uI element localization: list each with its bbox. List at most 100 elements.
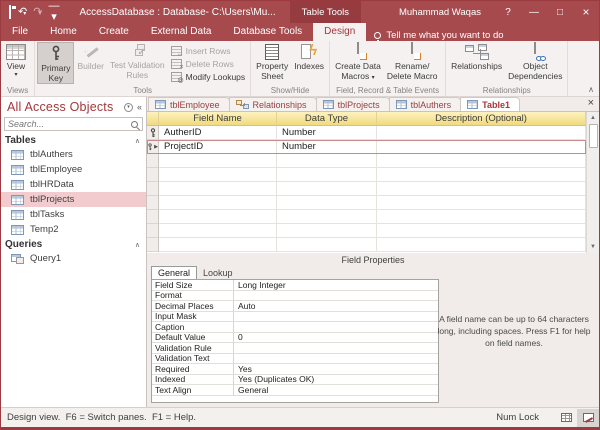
indexes-lightning-icon: ϟ <box>301 44 317 60</box>
nav-item-tblTasks[interactable]: tblTasks <box>1 207 146 222</box>
tab-design[interactable]: Design <box>313 23 366 41</box>
help-button[interactable]: ? <box>495 1 521 23</box>
doc-tab-tblEmployee[interactable]: tblEmployee <box>148 97 230 111</box>
wand-icon <box>83 44 99 60</box>
empty-grid-row[interactable] <box>147 196 586 210</box>
field-row-AutherID[interactable]: AutherID Number <box>147 126 586 140</box>
group-label-relationships: Relationships <box>448 85 565 96</box>
design-view-icon <box>583 413 594 422</box>
property-row-decimal-places[interactable]: Decimal PlacesAuto <box>152 301 438 312</box>
data-macro-icon <box>349 44 367 60</box>
field-name-cell[interactable]: ProjectID <box>159 140 277 154</box>
design-view-button[interactable] <box>577 409 599 427</box>
primary-key-row-selector[interactable] <box>147 126 159 140</box>
collapse-ribbon-icon[interactable]: ∧ <box>588 85 594 94</box>
description-cell[interactable] <box>377 126 586 140</box>
property-sheet-button[interactable]: PropertySheet <box>253 42 291 81</box>
scroll-up-icon[interactable]: ▲ <box>587 112 599 124</box>
property-row-input-mask[interactable]: Input Mask <box>152 312 438 323</box>
test-validation-rules-button[interactable]: ✓ Test ValidationRules <box>107 42 168 80</box>
empty-grid-row[interactable] <box>147 210 586 224</box>
doc-tab-table1[interactable]: Table1 <box>460 97 520 111</box>
relationships-icon <box>465 44 489 60</box>
scrollbar-thumb[interactable] <box>589 124 598 148</box>
customize-quick-access-icon[interactable]: —▾ <box>48 1 59 23</box>
nav-item-Query1[interactable]: Query1 <box>1 251 146 266</box>
relationships-button[interactable]: Relationships <box>448 42 505 72</box>
indexes-button[interactable]: ϟ Indexes <box>291 42 327 72</box>
account-name[interactable]: Muhammad Waqas <box>399 7 481 18</box>
vertical-scrollbar[interactable]: ▲ ▼ <box>586 112 599 253</box>
group-show-hide: PropertySheet ϟ Indexes Show/Hide <box>251 41 330 96</box>
datasheet-view-button[interactable] <box>555 409 577 427</box>
empty-grid-row[interactable] <box>147 154 586 168</box>
nav-item-tblProjects[interactable]: tblProjects <box>1 192 146 207</box>
object-dependencies-button[interactable]: ObjectDependencies <box>505 42 565 81</box>
key-icon <box>147 142 153 152</box>
contextual-tab-table-tools[interactable]: Table Tools <box>290 1 361 23</box>
field-name-cell[interactable]: AutherID <box>159 126 277 140</box>
builder-button[interactable]: Builder <box>74 42 106 72</box>
maximize-button[interactable]: □ <box>547 1 573 23</box>
modify-lookups-button[interactable]: ◎ Modify Lookups <box>168 70 249 83</box>
tab-file[interactable]: File <box>1 23 39 41</box>
scroll-down-icon[interactable]: ▼ <box>587 241 599 253</box>
tab-lookup[interactable]: Lookup <box>197 267 239 279</box>
shutter-bar-icon[interactable]: « <box>137 102 142 112</box>
key-icon <box>149 128 157 138</box>
property-row-validation-rule[interactable]: Validation Rule <box>152 343 438 354</box>
nav-item-Temp2[interactable]: Temp2 <box>1 222 146 237</box>
primary-key-row-selector-current[interactable]: ▶ <box>147 140 159 154</box>
property-row-validation-text[interactable]: Validation Text <box>152 354 438 365</box>
tell-me-box[interactable]: Tell me what you want to do <box>374 30 503 41</box>
data-type-cell[interactable]: Number <box>277 126 377 140</box>
nav-item-tblHRData[interactable]: tblHRData <box>1 177 146 192</box>
search-icon[interactable] <box>131 121 138 128</box>
primary-key-button[interactable]: PrimaryKey <box>37 42 74 84</box>
rename-delete-macro-button[interactable]: Rename/Delete Macro <box>384 42 441 81</box>
undo-icon[interactable]: ↶▾ <box>18 7 26 18</box>
empty-grid-row[interactable] <box>147 168 586 182</box>
property-row-indexed[interactable]: IndexedYes (Duplicates OK) <box>152 375 438 386</box>
view-button[interactable]: View ▾ <box>3 42 29 78</box>
redo-icon[interactable]: ↷▾ <box>33 7 41 18</box>
property-row-field-size[interactable]: Field SizeLong Integer <box>152 280 438 291</box>
empty-grid-row[interactable] <box>147 224 586 238</box>
nav-menu-icon[interactable]: ▾ <box>124 103 133 112</box>
close-button[interactable]: × <box>573 1 599 23</box>
close-document-icon[interactable]: × <box>588 98 594 109</box>
tab-create[interactable]: Create <box>88 23 140 41</box>
insert-rows-button[interactable]: ← Insert Rows <box>168 44 249 57</box>
tab-external-data[interactable]: External Data <box>140 23 223 41</box>
tab-home[interactable]: Home <box>39 23 88 41</box>
create-data-macros-button[interactable]: Create DataMacros ▾ <box>332 42 384 81</box>
nav-item-tblAuthers[interactable]: tblAuthers <box>1 147 146 162</box>
nav-section-queries[interactable]: Queries ∧ <box>1 237 146 251</box>
document-tab-bar: tblEmployee Relationships tblProjects tb… <box>147 97 599 112</box>
nav-pane-title[interactable]: All Access Objects <box>7 100 113 114</box>
doc-tab-tblProjects[interactable]: tblProjects <box>316 97 390 111</box>
property-row-required[interactable]: RequiredYes <box>152 364 438 375</box>
field-row-ProjectID[interactable]: ▶ ProjectID Number <box>147 140 586 154</box>
property-row-default-value[interactable]: Default Value0 <box>152 333 438 344</box>
empty-grid-row[interactable] <box>147 238 586 252</box>
save-icon[interactable] <box>9 7 11 18</box>
description-cell[interactable] <box>377 140 586 154</box>
search-input[interactable] <box>5 119 131 129</box>
table-icon <box>396 100 407 109</box>
tab-database-tools[interactable]: Database Tools <box>222 23 313 41</box>
nav-item-tblEmployee[interactable]: tblEmployee <box>1 162 146 177</box>
delete-rows-button[interactable]: × Delete Rows <box>168 57 249 70</box>
empty-grid-row[interactable] <box>147 182 586 196</box>
property-row-caption[interactable]: Caption <box>152 322 438 333</box>
access-window: ↶▾ ↷▾ —▾ AccessDatabase : Database- C:\U… <box>0 0 600 430</box>
nav-section-tables[interactable]: Tables ∧ <box>1 133 146 147</box>
minimize-button[interactable]: — <box>521 1 547 23</box>
doc-tab-relationships[interactable]: Relationships <box>229 97 317 111</box>
property-row-format[interactable]: Format <box>152 291 438 302</box>
tab-general[interactable]: General <box>151 266 197 279</box>
property-grid: Field SizeLong Integer Format Decimal Pl… <box>151 279 439 403</box>
doc-tab-tblAuthers[interactable]: tblAuthers <box>389 97 462 111</box>
data-type-cell[interactable]: Number <box>277 140 377 154</box>
property-row-text-align[interactable]: Text AlignGeneral <box>152 385 438 396</box>
